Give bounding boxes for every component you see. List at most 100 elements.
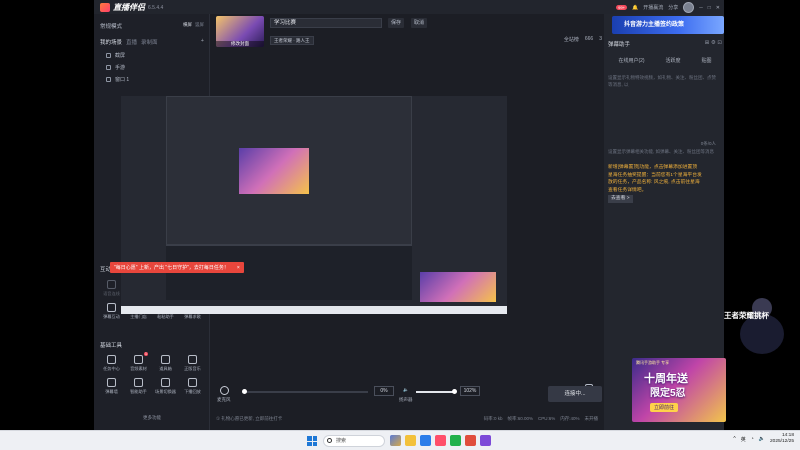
- search-icon: [327, 438, 332, 443]
- network-icon[interactable]: ◔: [751, 436, 754, 442]
- game-app-icon[interactable]: [465, 435, 476, 446]
- cover-image[interactable]: 修改封面: [216, 16, 264, 47]
- notice-text: 新增[弹幕置顶]功能，点击弹幕添加进置顶 星海任务抽奖提醒：当前您有1个星海平台…: [608, 165, 702, 193]
- user-avatar[interactable]: [683, 2, 695, 13]
- clock[interactable]: 14:18 2025/12/25: [770, 433, 794, 445]
- tab-landscape[interactable]: 横屏: [183, 22, 192, 30]
- status-live-state: 未开播: [584, 416, 599, 421]
- basic-tool-icon: [107, 355, 116, 364]
- stream-preview[interactable]: [121, 96, 507, 314]
- add-scene-icon[interactable]: +: [201, 38, 204, 46]
- app-logo-icon: [100, 3, 110, 12]
- mic-label: 麦克风: [217, 397, 231, 402]
- desktop-game-ad[interactable]: 腾讯手游助手 专享 十周年送 限定5忍 立即前往: [632, 358, 726, 422]
- mic-volume-value[interactable]: 0%: [374, 386, 394, 396]
- toast-text: "每日心愿" 上新，产出 "七日守护"，去打每日任务！: [114, 265, 229, 271]
- stream-title-input[interactable]: 学习比赛: [270, 18, 382, 28]
- basic-tool-icon: [188, 378, 197, 387]
- scene-item[interactable]: 手游: [106, 64, 125, 71]
- status-metrics: 码率:0 kb 帧率:60.00% CPU:6% 内存:40% 未开播: [484, 416, 598, 422]
- tab-activity[interactable]: 活跃度: [666, 57, 681, 64]
- panel-tabs: 在线用户(2) 活跃度 贴图: [608, 57, 722, 64]
- basic-tool[interactable]: 场景切换器: [152, 378, 179, 395]
- scene-item[interactable]: 窗口 1: [106, 76, 129, 83]
- tab-my-scenes[interactable]: 我的场景: [100, 38, 122, 46]
- speaker-volume-value[interactable]: 102%: [460, 386, 480, 396]
- bell-icon[interactable]: 🔔: [632, 5, 638, 11]
- share-button[interactable]: 分享: [668, 4, 678, 11]
- speaker-icon[interactable]: 🔈: [403, 387, 409, 393]
- panel-actions-icon[interactable]: ⊞ ⚙ ⊡: [705, 40, 722, 46]
- edge-icon[interactable]: [420, 435, 431, 446]
- microphone-icon[interactable]: [220, 386, 229, 395]
- stream-info-bar: 修改封面 学习比赛 保存 取消 王者荣耀 · 路人王 全站榜 666 3: [212, 14, 602, 49]
- tool-badge: 1: [144, 352, 148, 356]
- task-toast[interactable]: "每日心愿" 上新，产出 "七日守护"，去打每日任务！ ×: [110, 262, 244, 273]
- preview-taskbar: [121, 306, 507, 314]
- mic-slider-knob[interactable]: [242, 389, 247, 394]
- wechat-icon[interactable]: [450, 435, 461, 446]
- basic-tool-label: 下播回放: [184, 389, 201, 394]
- taskbar-app-icon-2[interactable]: [480, 435, 491, 446]
- maximize-icon[interactable]: □: [708, 5, 711, 11]
- promo-banner[interactable]: 抖音游力主播签约政策: [612, 16, 724, 34]
- basic-tool[interactable]: 1 音频素材: [125, 352, 152, 372]
- tab-record[interactable]: 录制面: [141, 38, 158, 46]
- scene-icon: [106, 65, 111, 70]
- basic-tool[interactable]: 任务中心: [98, 355, 125, 372]
- basic-tool[interactable]: 弹幕墙: [98, 378, 125, 395]
- interact-tool-icon: [107, 280, 116, 289]
- save-button[interactable]: 保存: [388, 18, 405, 28]
- ad-cta-button[interactable]: 立即前往: [650, 403, 679, 412]
- cancel-button[interactable]: 取消: [411, 18, 428, 28]
- close-icon[interactable]: ✕: [716, 5, 720, 11]
- category-tag[interactable]: 王者荣耀 · 路人王: [270, 36, 314, 45]
- basic-tool-icon: [134, 355, 143, 364]
- basic-tool[interactable]: 智能助手: [125, 378, 152, 395]
- ad-title-2: 限定5忍: [650, 388, 686, 399]
- preview-game-ad: [420, 272, 496, 302]
- start-earn-button[interactable]: 开播赢流: [643, 4, 663, 11]
- taskbar-search[interactable]: 搜索: [323, 435, 385, 447]
- minimize-icon[interactable]: ─: [699, 5, 703, 11]
- mode-select[interactable]: 常规模式: [100, 22, 122, 30]
- scene-icon: [106, 77, 111, 82]
- scene-item[interactable]: 截屏: [106, 52, 125, 59]
- basic-tool-icon: [134, 378, 143, 387]
- title-bar: 直播伴侣 6.5.4.4 99+ 🔔 开播赢流 分享 ─ □ ✕: [94, 0, 724, 14]
- tray-chevron-icon[interactable]: ^: [733, 436, 735, 442]
- windows-start-icon[interactable]: [307, 436, 317, 446]
- app-version: 6.5.4.4: [148, 4, 164, 11]
- basic-tool[interactable]: 道具箱: [152, 355, 179, 372]
- status-fps: 帧率:60.00%: [507, 416, 533, 421]
- status-notice[interactable]: ① 礼物心愿已更新, 立即前往打卡: [216, 416, 282, 422]
- rank-link[interactable]: 全站榜: [564, 36, 579, 43]
- desktop-game-label: 王者荣耀挑杯: [724, 311, 769, 320]
- stream-stats: 全站榜 666 3: [564, 36, 602, 43]
- basic-tool-icon: [188, 355, 197, 364]
- mic-volume-slider[interactable]: [242, 389, 368, 394]
- status-cpu: CPU:6%: [537, 416, 556, 421]
- basic-tool-label: 道具箱: [159, 366, 172, 371]
- speaker-volume-slider[interactable]: [416, 389, 457, 394]
- tray-lang[interactable]: 英: [741, 436, 746, 443]
- tab-live[interactable]: 直播: [126, 38, 137, 46]
- taskbar-app-icon[interactable]: [390, 435, 401, 446]
- basic-tool[interactable]: 正版音乐: [179, 355, 206, 372]
- basic-tool-label: 正版音乐: [184, 366, 201, 371]
- tab-online-users[interactable]: 在线用户(2): [618, 57, 644, 64]
- system-tray: ^ 英 ◔ 🔈 14:18 2025/12/25: [733, 433, 794, 445]
- speaker-slider-knob[interactable]: [452, 389, 457, 394]
- tab-stickers[interactable]: 贴图: [701, 57, 711, 64]
- toast-close-icon[interactable]: ×: [237, 265, 240, 271]
- volume-icon[interactable]: 🔈: [759, 436, 765, 442]
- speaker-label: 扬声器: [399, 397, 413, 402]
- likes-count: 666: [584, 36, 594, 42]
- basic-tool[interactable]: 下播回放: [179, 378, 206, 395]
- folder-icon[interactable]: [405, 435, 416, 446]
- view-task-button[interactable]: 去查看 >: [608, 195, 633, 203]
- more-functions-link[interactable]: 更多功能: [94, 415, 210, 421]
- go-live-button[interactable]: 连接中...: [548, 386, 602, 402]
- live-app-icon[interactable]: [435, 435, 446, 446]
- tab-portrait[interactable]: 竖屏: [195, 22, 204, 30]
